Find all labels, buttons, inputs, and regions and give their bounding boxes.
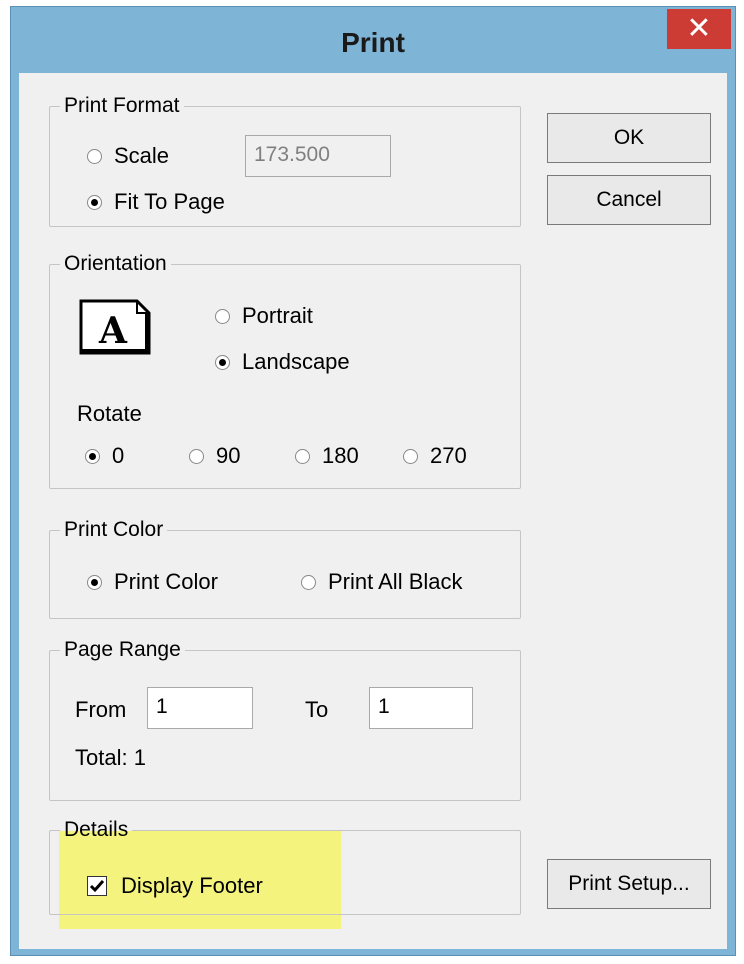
print-dialog: Print ✕ Print Format Scale 173.500 Fit T…: [10, 6, 736, 956]
display-footer-check-box[interactable]: [87, 876, 107, 896]
rotate-90-label: 90: [216, 443, 241, 468]
checkmark-icon: [89, 880, 105, 893]
rotate-0-radio-button[interactable]: [85, 448, 100, 464]
rotate-270-radio[interactable]: 270: [403, 443, 467, 469]
print-color-radio[interactable]: Print Color: [87, 569, 218, 595]
from-label: From: [75, 697, 127, 722]
display-footer-checkbox[interactable]: Display Footer: [87, 873, 263, 899]
rotate-0-radio[interactable]: 0: [85, 443, 124, 469]
rotate-180-label: 180: [322, 443, 359, 468]
scale-input[interactable]: 173.500: [245, 135, 391, 177]
dialog-body: Print Format Scale 173.500 Fit To Page O…: [19, 73, 727, 949]
details-legend: Details: [64, 818, 129, 841]
to-label: To: [305, 697, 329, 722]
close-icon: ✕: [686, 12, 712, 45]
landscape-label: Landscape: [242, 349, 350, 374]
page-range-legend: Page Range: [64, 638, 181, 661]
scale-radio[interactable]: Scale: [87, 143, 169, 169]
page-orientation-icon: A: [79, 299, 151, 355]
scale-radio-button[interactable]: [87, 148, 102, 164]
portrait-radio-button[interactable]: [215, 308, 230, 324]
portrait-radio[interactable]: Portrait: [215, 303, 313, 329]
rotate-label: Rotate: [77, 401, 142, 426]
print-color-label: Print Color: [114, 569, 218, 594]
ok-button[interactable]: OK: [547, 113, 711, 163]
rotate-180-radio[interactable]: 180: [295, 443, 359, 469]
cancel-button[interactable]: Cancel: [547, 175, 711, 225]
close-button[interactable]: ✕: [667, 9, 731, 49]
print-all-black-label: Print All Black: [328, 569, 463, 594]
total-pages-label: Total: 1: [75, 745, 146, 770]
dialog-title: Print: [341, 27, 405, 58]
orientation-legend: Orientation: [64, 252, 167, 275]
title-bar[interactable]: Print ✕: [11, 7, 735, 73]
display-footer-label: Display Footer: [121, 873, 263, 898]
rotate-180-radio-button[interactable]: [295, 448, 310, 464]
fit-to-page-radio-button[interactable]: [87, 194, 102, 210]
fit-to-page-radio[interactable]: Fit To Page: [87, 189, 225, 215]
print-color-radio-button[interactable]: [87, 574, 102, 590]
scale-label: Scale: [114, 143, 170, 168]
rotate-90-radio-button[interactable]: [189, 448, 204, 464]
rotate-90-radio[interactable]: 90: [189, 443, 240, 469]
print-all-black-radio-button[interactable]: [301, 574, 316, 590]
from-input[interactable]: 1: [147, 687, 253, 729]
print-all-black-radio[interactable]: Print All Black: [301, 569, 463, 595]
print-setup-button[interactable]: Print Setup...: [547, 859, 711, 909]
rotate-270-label: 270: [430, 443, 467, 468]
landscape-radio[interactable]: Landscape: [215, 349, 350, 375]
landscape-radio-button[interactable]: [215, 354, 230, 370]
fit-to-page-label: Fit To Page: [114, 189, 225, 214]
rotate-0-label: 0: [112, 443, 125, 468]
print-color-legend: Print Color: [64, 518, 164, 541]
svg-text:A: A: [98, 310, 128, 352]
details-group: Details: [49, 819, 521, 915]
to-input[interactable]: 1: [369, 687, 473, 729]
rotate-270-radio-button[interactable]: [403, 448, 418, 464]
print-format-legend: Print Format: [64, 94, 180, 117]
portrait-label: Portrait: [242, 303, 313, 328]
